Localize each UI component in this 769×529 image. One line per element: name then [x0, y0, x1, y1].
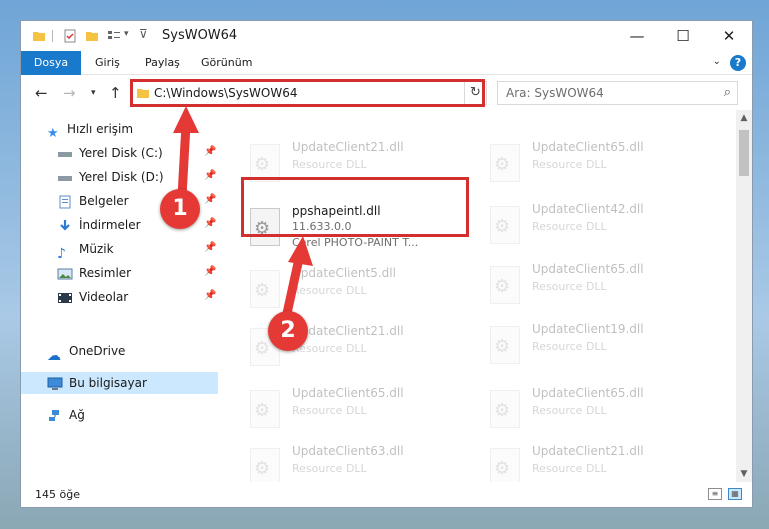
step-badge-1: 1	[160, 189, 200, 229]
annotation-arrows	[173, 106, 313, 323]
step-badge-2: 2	[268, 311, 308, 351]
